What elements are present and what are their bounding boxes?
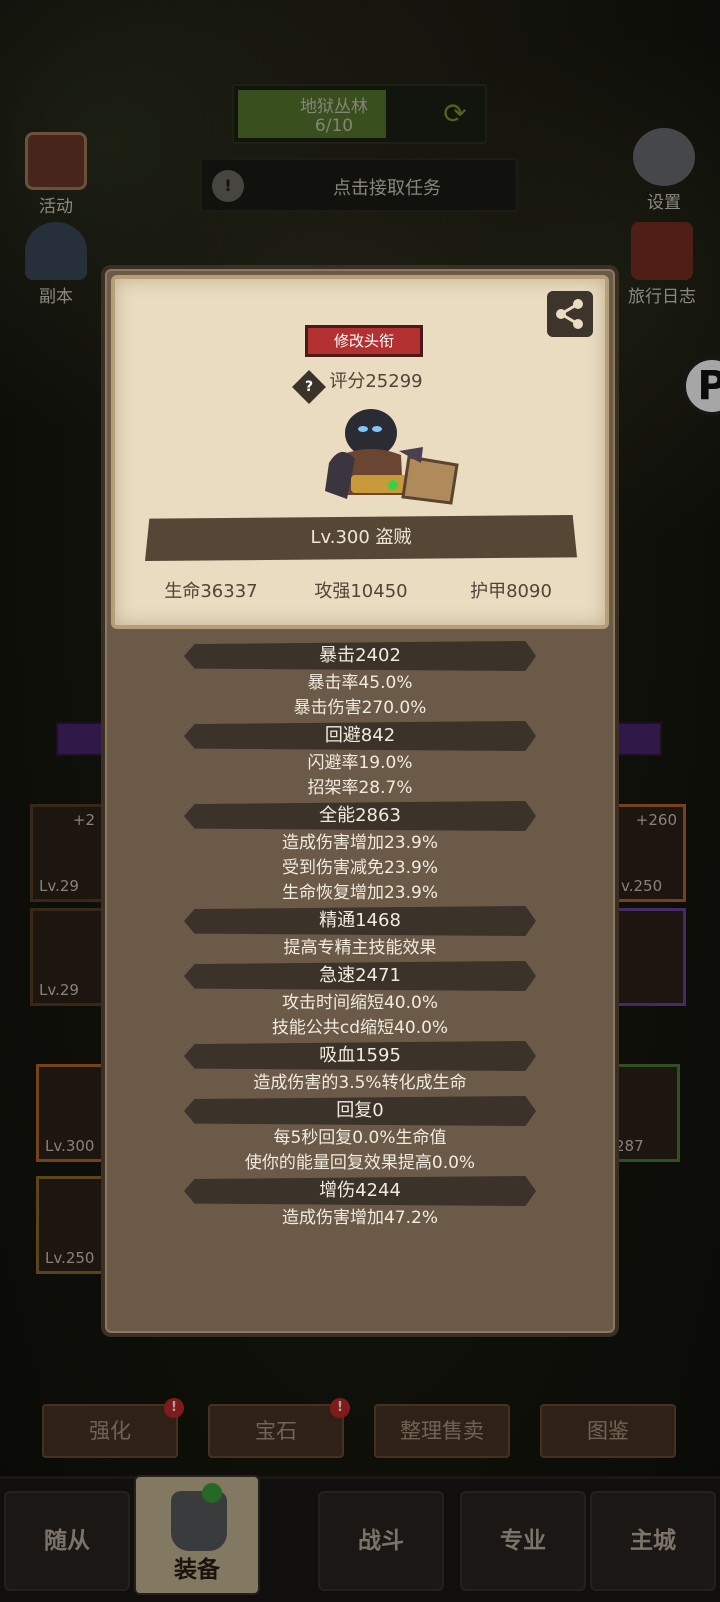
- attribute-detail: 技能公共cd缩短40.0%: [271, 1018, 449, 1038]
- profile-card: 修改头衔 ? 评分25299 Lv.300 盗贼 生命36337 攻强10450 …: [111, 275, 609, 629]
- score-value: 评分25299: [329, 371, 423, 392]
- attribute-detail: 使你的能量回复效果提高0.0%: [244, 1153, 476, 1173]
- share-icon: [556, 299, 583, 329]
- attribute-header: 吸血1595: [184, 1041, 536, 1071]
- attribute-header: 急速2471: [184, 961, 536, 991]
- attribute-detail: 造成伤害增加47.2%: [281, 1208, 438, 1228]
- attribute-group: 精通1468 提高专精主技能效果: [105, 906, 615, 961]
- attribute-list: 暴击2402 暴击率45.0% 暴击伤害270.0% 回避842 闪避率19.0…: [105, 641, 615, 1231]
- edit-title-button[interactable]: 修改头衔: [305, 325, 423, 357]
- attribute-detail: 攻击时间缩短40.0%: [281, 993, 438, 1013]
- attribute-detail: 生命恢复增加23.9%: [281, 883, 438, 903]
- attribute-group: 增伤4244 造成伤害增加47.2%: [105, 1176, 615, 1231]
- character-stats-popup: 修改头衔 ? 评分25299 Lv.300 盗贼 生命36337 攻强10450 …: [101, 265, 619, 1337]
- attribute-detail: 受到伤害减免23.9%: [281, 858, 438, 878]
- attribute-header: 暴击2402: [184, 641, 536, 671]
- attribute-group: 回复0 每5秒回复0.0%生命值 使你的能量回复效果提高0.0%: [105, 1096, 615, 1176]
- attribute-header: 精通1468: [184, 906, 536, 936]
- attribute-detail: 招架率28.7%: [307, 778, 413, 798]
- attribute-group: 回避842 闪避率19.0% 招架率28.7%: [105, 721, 615, 801]
- attribute-detail: 提高专精主技能效果: [283, 938, 437, 958]
- attribute-group: 急速2471 攻击时间缩短40.0% 技能公共cd缩短40.0%: [105, 961, 615, 1041]
- attribute-header: 回避842: [184, 721, 536, 751]
- attribute-detail: 每5秒回复0.0%生命值: [273, 1128, 447, 1148]
- attribute-header: 全能2863: [184, 801, 536, 831]
- attribute-detail: 造成伤害的3.5%转化成生命: [253, 1073, 467, 1093]
- help-icon[interactable]: ?: [292, 370, 327, 404]
- stat-attack: 攻强10450: [314, 581, 408, 602]
- attribute-detail: 造成伤害增加23.9%: [281, 833, 438, 853]
- attribute-header: 增伤4244: [184, 1176, 536, 1206]
- stat-armor: 护甲8090: [470, 581, 552, 602]
- score-row: ? 评分25299: [115, 367, 605, 404]
- attribute-detail: 暴击伤害270.0%: [293, 698, 427, 718]
- attribute-group: 全能2863 造成伤害增加23.9% 受到伤害减免23.9% 生命恢复增加23.…: [105, 801, 615, 906]
- attribute-detail: 闪避率19.0%: [307, 753, 413, 773]
- attribute-group: 暴击2402 暴击率45.0% 暴击伤害270.0%: [105, 641, 615, 721]
- hero-avatar: [325, 409, 459, 505]
- attribute-header: 回复0: [184, 1096, 536, 1126]
- stat-hp: 生命36337: [164, 581, 258, 602]
- share-button[interactable]: [547, 291, 593, 337]
- attribute-detail: 暴击率45.0%: [307, 673, 413, 693]
- level-class-banner: Lv.300 盗贼: [145, 515, 577, 561]
- attribute-group: 吸血1595 造成伤害的3.5%转化成生命: [105, 1041, 615, 1096]
- base-stats: 生命36337 攻强10450 护甲8090: [115, 577, 605, 605]
